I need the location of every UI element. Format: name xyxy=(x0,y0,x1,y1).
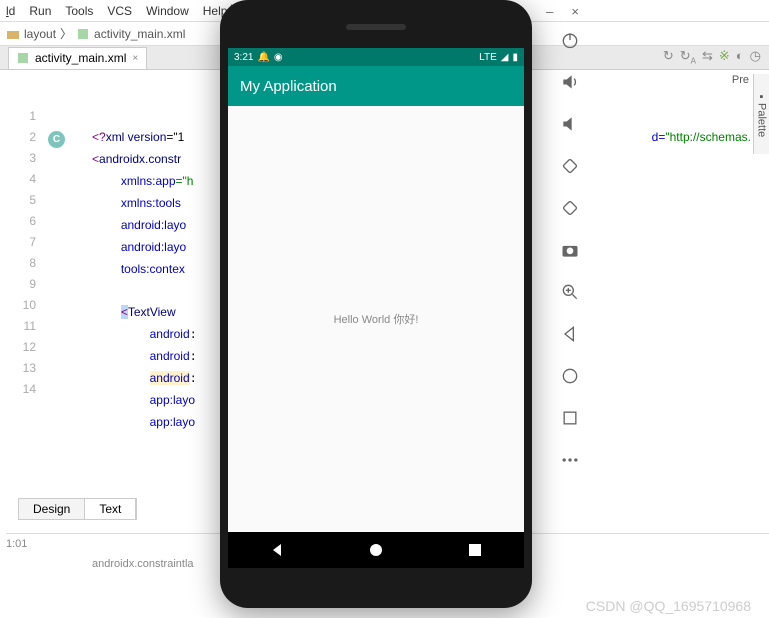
phone-speaker xyxy=(346,24,406,30)
status-time: 3:21 xyxy=(234,52,253,63)
breadcrumb-layout[interactable]: layout xyxy=(24,27,56,41)
refresh-icon[interactable]: ↻ xyxy=(663,48,674,66)
folder-icon xyxy=(6,27,20,41)
class-badge-icon: C xyxy=(48,131,65,148)
volume-down-button[interactable] xyxy=(558,112,582,136)
circle-icon: ◉ xyxy=(274,52,283,63)
app-bar: My Application xyxy=(228,66,524,106)
breadcrumb-file[interactable]: activity_main.xml xyxy=(94,27,185,41)
line-gutter: 1234567891011121314 xyxy=(0,106,42,400)
bug-icon[interactable]: ※ xyxy=(719,48,730,66)
menu-build[interactable]: ld xyxy=(6,4,15,18)
gauge-icon[interactable]: ◷ xyxy=(750,48,761,66)
watermark: CSDN @QQ_1695710968 xyxy=(586,598,751,614)
palette-panel-tab[interactable]: ▪ Palette xyxy=(753,74,769,154)
preview-toolbar: ↻ ↻A ⇆ ※ ◐ ◷ xyxy=(663,48,761,66)
device-screen[interactable]: 3:21 🔔 ◉ LTE ◢▮ My Application Hello Worl… xyxy=(228,48,524,568)
hello-text: Hello World 你好! xyxy=(334,311,419,327)
sync-icon[interactable]: ⇆ xyxy=(702,48,713,66)
android-status-bar: 3:21 🔔 ◉ LTE ◢▮ xyxy=(228,48,524,66)
code-content: <?xml version="1 <androidx.constr xmlns:… xyxy=(92,106,197,434)
app-title: My Application xyxy=(240,78,337,95)
bell-icon: 🔔 xyxy=(257,52,269,63)
menu-tools[interactable]: Tools xyxy=(65,4,93,18)
nav-back-icon[interactable] xyxy=(269,542,285,558)
menu-run[interactable]: Run xyxy=(29,4,51,18)
schema-fragment: d="http://schemas. xyxy=(652,130,751,145)
rotate-right-button[interactable] xyxy=(558,196,582,220)
camera-button[interactable] xyxy=(558,238,582,262)
power-button[interactable] xyxy=(558,28,582,52)
minimize-button[interactable]: – xyxy=(546,4,553,19)
file-tab-activity-main[interactable]: activity_main.xml × xyxy=(8,47,147,69)
menu-window[interactable]: Window xyxy=(146,4,189,18)
zoom-button[interactable] xyxy=(558,280,582,304)
app-content: Hello World 你好! xyxy=(228,106,524,532)
emulator-device: 3:21 🔔 ◉ LTE ◢▮ My Application Hello Worl… xyxy=(220,0,532,608)
tab-design[interactable]: Design xyxy=(19,499,85,519)
settings-icon[interactable]: ◐ xyxy=(736,48,744,66)
android-nav-bar xyxy=(228,532,524,568)
element-path: androidx.constraintla xyxy=(92,558,194,570)
home-button[interactable] xyxy=(558,364,582,388)
emulator-toolbar xyxy=(550,28,590,472)
back-button[interactable] xyxy=(558,322,582,346)
battery-icon: ▮ xyxy=(512,52,518,63)
more-button[interactable] xyxy=(558,448,582,472)
overview-button[interactable] xyxy=(558,406,582,430)
tab-text[interactable]: Text xyxy=(85,499,136,519)
rotate-left-button[interactable] xyxy=(558,154,582,178)
network-label: LTE xyxy=(479,52,497,63)
nav-recent-icon[interactable] xyxy=(467,542,483,558)
refresh-a-icon[interactable]: ↻A xyxy=(680,48,696,66)
preview-panel-tab[interactable]: Pre xyxy=(732,74,749,86)
close-window-button[interactable]: × xyxy=(571,4,579,19)
nav-home-icon[interactable] xyxy=(368,542,384,558)
xml-file-icon xyxy=(76,27,90,41)
editor-mode-tabs: Design Text xyxy=(18,498,137,520)
menu-vcs[interactable]: VCS xyxy=(107,4,132,18)
xml-file-icon xyxy=(17,52,29,64)
signal-icon: ◢ xyxy=(501,52,509,63)
close-tab-icon[interactable]: × xyxy=(132,53,138,64)
volume-up-button[interactable] xyxy=(558,70,582,94)
